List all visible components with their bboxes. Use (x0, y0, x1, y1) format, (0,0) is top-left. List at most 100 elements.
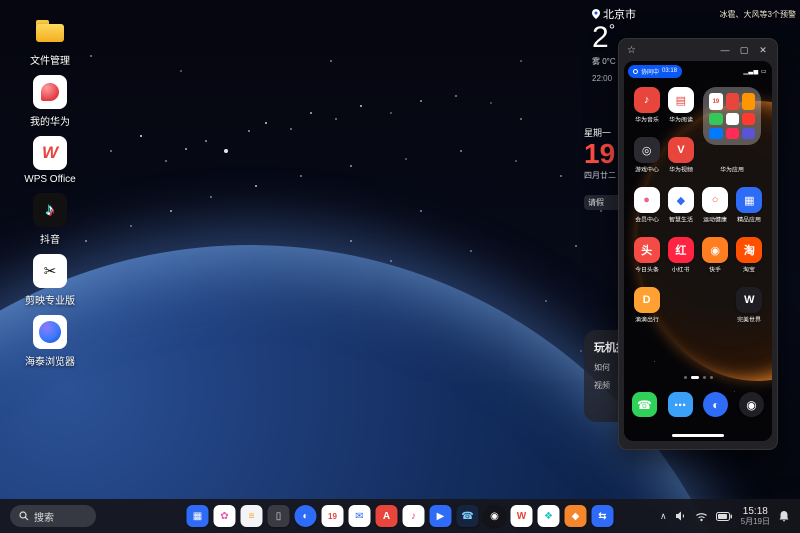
search-icon (19, 511, 29, 521)
taskbar-calendar-icon[interactable]: 19 (322, 505, 344, 527)
phone-app-label: 滴滴出行 (635, 316, 659, 325)
taskbar-notepad-icon[interactable]: ≡ (241, 505, 263, 527)
taskbar-recycle-bin-icon[interactable]: ▯ (268, 505, 290, 527)
search-bar[interactable]: 搜索 (10, 505, 96, 527)
taskbar-app-market-icon[interactable]: A (376, 505, 398, 527)
phone-app[interactable]: 头今日头条 (631, 237, 662, 275)
phone-app[interactable]: ◆ 智慧生活 (665, 187, 696, 225)
phone-app-grid: ♪华为音乐▤华为阅读19华为应用 ◎游戏中心V华为视频● 会员中心 ◆ 智慧生活 ○运动健… (631, 87, 765, 325)
jianying-glyph: ✂ (44, 262, 57, 280)
desktop-icon-my-huawei[interactable]: 我的华为 (14, 75, 86, 128)
jianying-icon: ✂ (33, 254, 67, 288)
desktop-icon-jianying[interactable]: ✂剪映专业版 (14, 254, 86, 307)
haitai-browser-icon (33, 315, 67, 349)
taskbar-orange-app-icon[interactable]: ◆ (565, 505, 587, 527)
taskbar-petal-maps-icon[interactable]: ❖ (538, 505, 560, 527)
phone-app-label: 淘宝 (743, 266, 755, 275)
phone-app-label: 华为视频 (669, 166, 693, 175)
taskbar-video-icon[interactable]: ▶ (430, 505, 452, 527)
phone-app-label: 智慧生活 (669, 216, 693, 225)
chevron-up-icon[interactable]: ∧ (660, 511, 667, 522)
phone-app-label: 运动健康 (703, 216, 727, 225)
phone-app[interactable]: ♪华为音乐 (631, 87, 662, 125)
taskbar-music-icon[interactable]: ♪ (403, 505, 425, 527)
notification-bell-icon[interactable] (778, 510, 790, 522)
taskbar-email-icon[interactable]: ✉ (349, 505, 371, 527)
taskbar-wps-office-icon[interactable]: W (511, 505, 533, 527)
phone-app[interactable]: ◉ 快手 (700, 237, 731, 275)
phone-app[interactable]: V华为视频 (665, 137, 696, 175)
dock-messages-icon[interactable]: ⋯ (668, 392, 693, 417)
phone-app-label: 华为音乐 (635, 116, 659, 125)
tray-time: 15:18 (741, 506, 770, 518)
phone-app-icon: ◉ (702, 237, 728, 263)
close-button[interactable]: ✕ (757, 45, 769, 56)
weather-temp-unit: ° (609, 22, 615, 39)
phone-app-label: 完美世界 (737, 316, 761, 325)
folder-mini-app (709, 113, 722, 124)
volume-icon[interactable] (675, 510, 687, 522)
phone-app[interactable]: ◎游戏中心 (631, 137, 662, 175)
collaboration-badge[interactable]: 协同中 03:18 (628, 65, 682, 78)
clock[interactable]: 15:18 5月19日 (741, 506, 770, 527)
location-pin-icon (592, 9, 600, 19)
desktop-icon-douyin[interactable]: ♪ 抖音 (14, 193, 86, 246)
phone-app[interactable]: 红小红书 (665, 237, 696, 275)
taskbar-meetime-icon[interactable]: ☎ (457, 505, 479, 527)
douyin-glyph: ♪ (46, 200, 55, 220)
phone-app-icon: ▤ (668, 87, 694, 113)
page-dot (691, 376, 699, 379)
pin-icon[interactable]: ☆ (627, 45, 636, 56)
phone-app-label: 小红书 (672, 266, 690, 275)
minimize-button[interactable]: — (719, 45, 731, 55)
desktop-icon-label: 文件管理 (30, 52, 70, 67)
desktop-icon-wps-office[interactable]: WWPS Office (14, 136, 86, 185)
phone-app-icon: ● (634, 187, 660, 213)
dock-browser-icon[interactable]: ◐ (703, 392, 728, 417)
phone-app[interactable]: ▤华为阅读 (665, 87, 696, 125)
phone-app[interactable]: ● 会员中心 (631, 187, 662, 225)
wifi-icon[interactable] (695, 511, 708, 522)
phone-app-label: 快手 (709, 266, 721, 275)
taskbar-browser-icon[interactable]: ◐ (295, 505, 317, 527)
file-manager-icon (33, 14, 67, 48)
dock-camera-icon[interactable]: ◉ (739, 392, 764, 417)
starfield (0, 0, 2, 2)
phone-status-bar: 协同中 03:18 ▁▃▅ ▭ (628, 65, 767, 77)
desktop-icon-label: 抖音 (40, 231, 60, 246)
phone-folder[interactable]: 19华为应用 (700, 87, 766, 175)
phone-app-icon: 淘 (736, 237, 762, 263)
phone-mirror-window[interactable]: ☆ — ▢ ✕ 协同中 03:18 ▁▃▅ ▭ ♪华为音乐▤华为阅读19华为应用… (618, 38, 778, 450)
search-label: 搜索 (34, 509, 54, 524)
folder-label: 华为应用 (720, 166, 744, 175)
taskbar-multi-screen-icon[interactable]: ⇆ (592, 505, 614, 527)
desktop-icon-file-manager[interactable]: 文件管理 (14, 14, 86, 67)
phone-screen: 协同中 03:18 ▁▃▅ ▭ ♪华为音乐▤华为阅读19华为应用 ◎游戏中心V华为… (624, 61, 772, 441)
folder-mini-app (742, 113, 755, 124)
desktop-icon-haitai-browser[interactable]: 海泰浏览器 (14, 315, 86, 368)
taskbar-gallery-icon[interactable]: ✿ (214, 505, 236, 527)
taskbar-app-launcher-icon[interactable]: ▦ (187, 505, 209, 527)
phone-app[interactable]: ○运动健康 (700, 187, 731, 225)
battery-icon[interactable] (716, 512, 733, 521)
resize-button[interactable]: ▢ (738, 45, 750, 56)
phone-app[interactable]: ▦精品应用 (734, 187, 765, 225)
phone-app-icon: W (736, 287, 762, 313)
tray-date: 5月19日 (741, 517, 770, 526)
phone-app-icon: ◎ (634, 137, 660, 163)
phone-app-label: 会员中心 (635, 216, 659, 225)
taskbar-camera-icon[interactable]: ◉ (484, 505, 506, 527)
phone-app[interactable]: W 完美世界 (734, 287, 765, 325)
weather-temp-value: 2 (592, 21, 609, 54)
phone-app[interactable]: 淘淘宝 (734, 237, 765, 275)
weather-alert[interactable]: 冰雹、大风等3个预警 (720, 9, 796, 20)
dock-phone-icon[interactable]: ☎ (632, 392, 657, 417)
phone-dock: ☎ ⋯ ◐ ◉ (632, 392, 764, 417)
weather-city-row: 北京市 (592, 6, 636, 22)
phone-app[interactable]: D滴滴出行 (631, 287, 662, 325)
phone-app-icon: ◆ (668, 187, 694, 213)
taskbar: 搜索 ▦✿≡▯◐19✉A♪▶☎◉W❖◆⇆ ∧ 15:18 5月19日 (0, 499, 800, 533)
gesture-bar[interactable] (672, 434, 724, 437)
system-tray: ∧ 15:18 5月19日 (660, 506, 790, 527)
my-huawei-icon (33, 75, 67, 109)
